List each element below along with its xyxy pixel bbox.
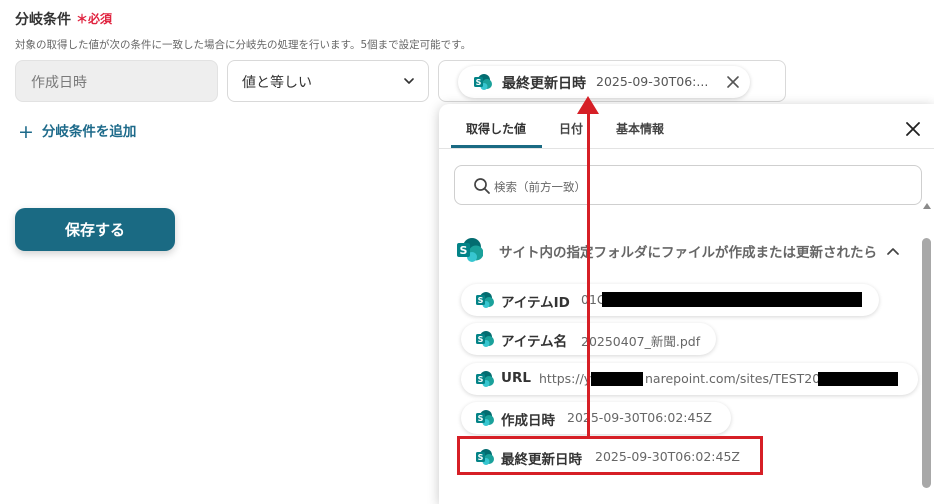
redaction-block [591,372,643,386]
list-item[interactable]: S 作成日時 2025-09-30T06:02:45Z [461,402,731,434]
highlight-box [457,436,763,475]
sharepoint-icon: S [476,410,494,426]
list-item[interactable]: S アイテムID 01G [461,284,879,316]
sharepoint-icon: S [476,331,494,347]
trigger-group-label[interactable]: サイト内の指定フォルダにファイルが作成または更新されたら [499,241,877,261]
sharepoint-icon: S [476,292,494,308]
redaction-block [602,292,862,307]
annotation-arrow-head [577,96,599,114]
remove-chip-icon[interactable] [726,75,740,89]
close-icon[interactable] [905,121,921,137]
item-key: 作成日時 [501,413,555,429]
tab-acquired-values[interactable]: 取得した値 [466,120,526,137]
add-condition-label: 分岐条件を追加 [41,124,137,140]
condition-field-input[interactable]: 作成日時 [15,60,218,102]
item-key: アイテムID [501,295,570,311]
section-title: 分岐条件 [15,12,71,28]
tab-divider [439,148,934,149]
value-chip-value: 2025-09-30T06:... [596,74,709,89]
search-icon [474,178,490,194]
search-placeholder: 検索（前方一致） [494,180,586,194]
item-value: narepoint.com/sites/TEST2025/ [645,371,841,386]
redaction-block [818,372,898,386]
operator-value: 値と等しい [242,75,312,91]
scrollbar-thumb[interactable] [922,238,931,488]
sharepoint-icon: S [476,371,494,387]
operator-select[interactable]: 値と等しい [227,60,429,102]
item-key: URL [501,370,531,386]
save-button[interactable]: 保存する [15,208,175,251]
search-input[interactable]: 検索（前方一致） [454,165,922,205]
chevron-up-icon[interactable] [886,246,900,256]
sharepoint-icon: S [474,74,492,90]
svg-text:S: S [478,375,484,384]
svg-text:S: S [460,244,468,257]
plus-icon: + [18,121,34,143]
list-item[interactable]: S URL https://y narepoint.com/sites/TEST… [461,363,918,395]
svg-text:S: S [478,414,484,423]
tab-basic-info[interactable]: 基本情報 [616,120,664,137]
item-value: https://y [539,371,592,386]
add-condition-button[interactable]: + 分岐条件を追加 [18,120,136,143]
condition-field-value: 作成日時 [31,75,87,91]
svg-text:S: S [478,335,484,344]
value-chip-label: 最終更新日時 [502,76,586,92]
scroll-up-icon[interactable] [923,203,931,209]
item-value: 20250407_新聞.pdf [581,334,701,349]
section-description: 対象の取得した値が次の条件に一致した場合に分岐先の処理を行います。5個まで設定可… [15,39,472,51]
annotation-arrow [587,110,590,438]
item-key: アイテム名 [501,334,568,350]
value-chip[interactable]: S 最終更新日時 2025-09-30T06:... [458,66,750,98]
required-badge: ＊必須 [76,12,113,26]
svg-text:S: S [476,78,482,87]
svg-text:S: S [478,296,484,305]
chevron-down-icon [404,78,414,84]
tab-date[interactable]: 日付 [559,120,583,137]
sharepoint-icon: S [457,238,483,262]
